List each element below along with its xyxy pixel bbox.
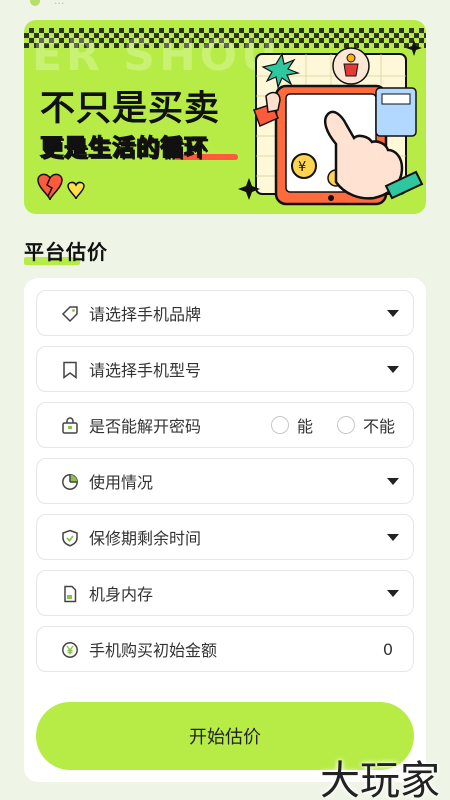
section-title: 平台估价 [24,240,108,264]
tag-icon [61,306,78,323]
password-unlock-row: 是否能解开密码 能 不能 [36,402,414,448]
banner-headline: 不只是买卖 [40,89,221,129]
radio-yes-label[interactable]: 能 [297,413,313,437]
purchase-price-label: 手机购买初始金额 [89,641,218,660]
radio-no[interactable] [336,416,355,434]
top-hint: ... [30,0,65,8]
chevron-down-icon [387,589,399,597]
brand-select[interactable]: 请选择手机品牌 [36,290,414,336]
purchase-price-value[interactable]: 0 [383,640,393,659]
password-unlock-label: 是否能解开密码 [89,417,202,436]
radio-yes[interactable] [270,416,289,434]
chevron-down-icon [387,365,399,373]
chevron-down-icon [387,309,399,317]
pie-chart-icon [62,474,78,490]
model-select-label: 请选择手机型号 [89,361,202,380]
warranty-select-label: 保修期剩余时间 [89,529,202,548]
status-dot-icon [30,0,40,6]
lock-icon [62,417,78,434]
storage-select[interactable]: 机身内存 [36,570,414,616]
svg-text:¥: ¥ [298,160,306,175]
warranty-select[interactable]: 保修期剩余时间 [36,514,414,560]
watermark-logo: 大玩家 [320,758,440,800]
chevron-down-icon [387,477,399,485]
phone-hand-illustration: ¥ [238,40,424,206]
valuation-form: 请选择手机品牌 请选择手机型号 是否能解开密码 能 不能 使用情况 保修期剩余时… [24,278,426,782]
model-select[interactable]: 请选择手机型号 [36,346,414,392]
promo-banner[interactable]: ER SHOU 不只是买卖 更是生活的循环 ¥ [24,20,426,214]
chevron-down-icon [387,533,399,541]
banner-subheadline: 更是生活的循环 [40,135,208,162]
yen-coin-icon [62,642,78,658]
top-hint-text: ... [54,0,65,7]
usage-select-label: 使用情况 [89,473,154,492]
radio-no-label[interactable]: 不能 [363,413,395,437]
bookmark-icon [63,361,77,379]
shield-icon [62,529,78,547]
sd-card-icon [64,585,77,603]
purchase-price-field[interactable]: 手机购买初始金额 0 [36,626,414,672]
storage-select-label: 机身内存 [89,585,154,604]
broken-heart-icon [37,173,85,201]
usage-select[interactable]: 使用情况 [36,458,414,504]
unlock-radio-group: 能 不能 [270,413,399,437]
brand-select-label: 请选择手机品牌 [89,305,202,324]
